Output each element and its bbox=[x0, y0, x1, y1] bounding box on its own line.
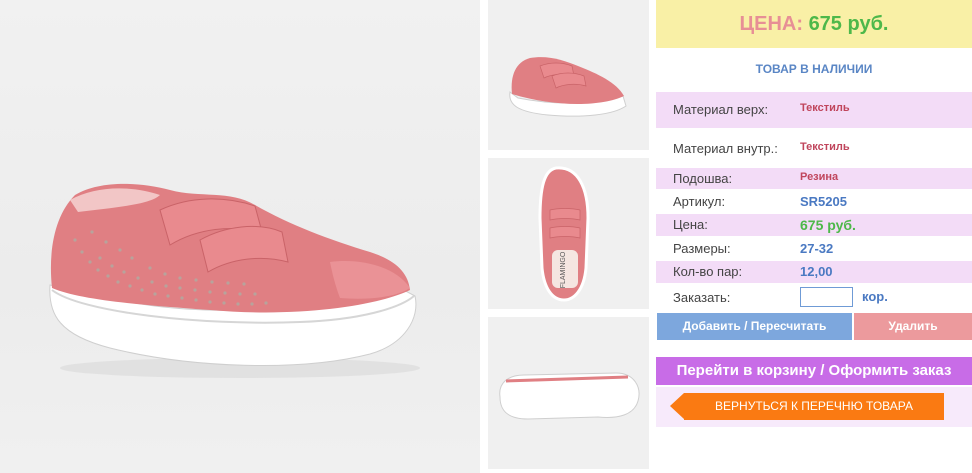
delete-button[interactable]: Удалить bbox=[854, 313, 972, 340]
spec-label: Материал верх: bbox=[673, 102, 769, 117]
spec-label: Артикул: bbox=[673, 194, 726, 209]
spec-row-inner-material: Материал внутр.: Текстиль bbox=[656, 131, 972, 167]
back-button-container: ВЕРНУТЬСЯ К ПЕРЕЧНЮ ТОВАРА bbox=[656, 387, 972, 427]
spec-value: 675 руб. bbox=[800, 217, 856, 233]
arrow-left-icon bbox=[670, 393, 684, 419]
spec-row-article: Артикул: SR5205 bbox=[656, 191, 972, 212]
spec-value: 27-32 bbox=[800, 241, 834, 256]
order-unit: кор. bbox=[862, 289, 888, 304]
thumbnail-top-angle[interactable] bbox=[488, 0, 649, 150]
spec-label: Материал внутр.: bbox=[673, 141, 778, 156]
price-banner: ЦЕНА: 675 руб. bbox=[656, 0, 972, 48]
spec-row-price: Цена: 675 руб. bbox=[656, 214, 972, 236]
spec-value: Резина bbox=[800, 171, 839, 183]
thumbnail-sole[interactable] bbox=[488, 317, 649, 469]
order-quantity-input[interactable] bbox=[800, 287, 853, 307]
spec-row-sole: Подошва: Резина bbox=[656, 168, 972, 189]
stock-status: ТОВАР В НАЛИЧИИ bbox=[755, 62, 873, 76]
spec-label: Подошва: bbox=[673, 171, 733, 186]
spec-row-sizes: Размеры: 27-32 bbox=[656, 238, 972, 259]
brand-label: FLAMINGO bbox=[560, 251, 567, 288]
back-button-label: ВЕРНУТЬСЯ К ПЕРЕЧНЮ ТОВАРА bbox=[715, 399, 913, 413]
spec-label: Кол-во пар: bbox=[673, 264, 743, 279]
main-product-image[interactable] bbox=[0, 0, 480, 473]
add-recalculate-button[interactable]: Добавить / Пересчитать bbox=[657, 313, 852, 340]
spec-value: 12,00 bbox=[800, 264, 833, 279]
spec-label: Размеры: bbox=[673, 241, 731, 256]
spec-label: Цена: bbox=[673, 217, 708, 232]
price-label: ЦЕНА: bbox=[739, 13, 804, 35]
go-to-cart-button[interactable]: Перейти в корзину / Оформить заказ bbox=[656, 357, 972, 385]
order-label: Заказать: bbox=[673, 290, 731, 305]
back-to-list-button[interactable]: ВЕРНУТЬСЯ К ПЕРЕЧНЮ ТОВАРА bbox=[670, 393, 944, 420]
spec-row-pairs: Кол-во пар: 12,00 bbox=[656, 261, 972, 283]
product-info-panel: ЦЕНА: 675 руб. ТОВАР В НАЛИЧИИ Материал … bbox=[656, 0, 972, 473]
spec-value: Текстиль bbox=[800, 141, 850, 153]
order-row: Заказать: кор. bbox=[656, 286, 972, 310]
spec-value: Текстиль bbox=[800, 102, 850, 114]
thumbnail-top-down[interactable]: FLAMINGO bbox=[488, 158, 649, 309]
price-value: 675 руб. bbox=[808, 13, 889, 35]
spec-row-upper-material: Материал верх: Текстиль bbox=[656, 92, 972, 128]
spec-value: SR5205 bbox=[800, 194, 847, 209]
